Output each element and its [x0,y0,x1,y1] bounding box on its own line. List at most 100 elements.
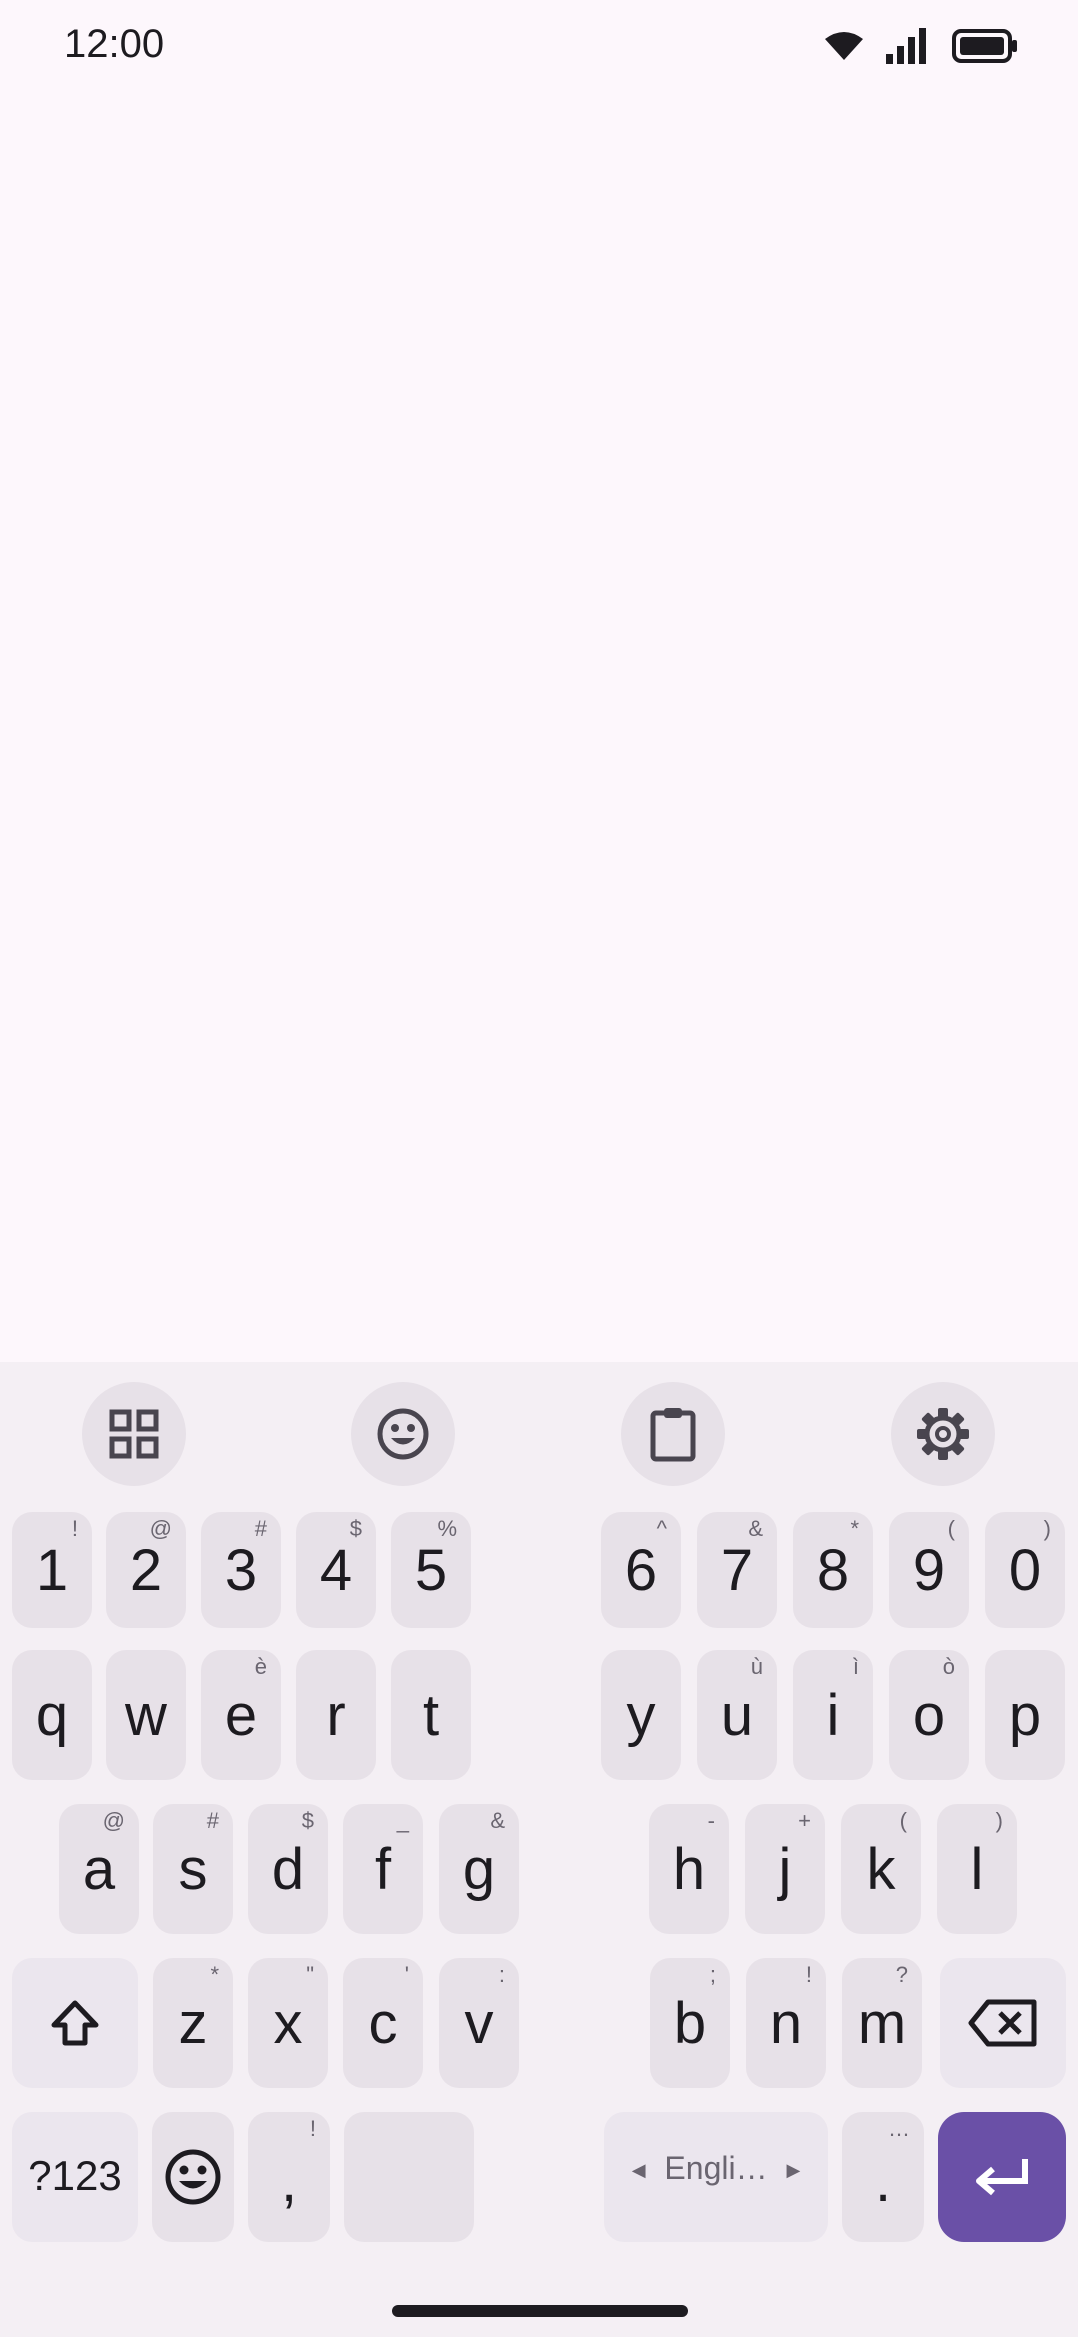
clipboard-button[interactable] [621,1382,725,1486]
key-label: 0 [1008,1538,1042,1603]
key-q[interactable]: q [12,1650,92,1780]
key-l[interactable]: l) [937,1804,1017,1934]
key-d[interactable]: d $ [248,1804,328,1934]
backspace-key[interactable] [940,1958,1066,2088]
key-a[interactable]: a @ [59,1804,139,1934]
symbols-key-label: ?123 [28,2152,122,2199]
key-9[interactable]: 9( [889,1512,969,1628]
symbols-key[interactable]: ?123 [12,2112,138,2242]
shift-key[interactable] [12,1958,138,2088]
key-label: f [374,1837,392,1902]
enter-key[interactable] [938,2112,1066,2242]
key-hint: @ [102,1808,125,1833]
key-label: y [626,1683,656,1748]
key-label: h [672,1837,706,1902]
key-hint: # [206,1808,219,1833]
language-key[interactable]: ◀ Engli… ▶ [604,2112,828,2242]
key-e[interactable]: eè [201,1650,281,1780]
key-g[interactable]: g & [439,1804,519,1934]
key-1[interactable]: 1! [12,1512,92,1628]
key-t[interactable]: t [391,1650,471,1780]
key-z[interactable]: z * [153,1958,233,2088]
key-hint: ù [750,1654,763,1679]
backspace-icon [968,1999,1037,2047]
key-m[interactable]: m? [842,1958,922,2088]
key-hint: " [306,1962,314,1987]
key-b[interactable]: b; [650,1958,730,2088]
period-key-hint: … [888,2116,910,2141]
settings-button[interactable] [891,1382,995,1486]
key-label: v [464,1991,494,2056]
key-label: r [326,1683,346,1748]
key-8[interactable]: 8 * [793,1512,873,1628]
key-label: 1 [35,1538,69,1603]
key-i[interactable]: iì [793,1650,873,1780]
key-c[interactable]: c ' [343,1958,423,2088]
key-k[interactable]: k( [841,1804,921,1934]
period-key[interactable]: . … [842,2112,924,2242]
key-v[interactable]: v: [439,1958,519,2088]
key-hint: _ [396,1808,409,1833]
key-label: n [769,1991,803,2056]
key-hint: : [498,1962,505,1987]
key-hint: $ [349,1516,362,1541]
space-key[interactable] [344,2112,474,2242]
language-next-icon: ▶ [786,2160,801,2181]
period-key-label: . [874,2149,892,2214]
comma-key-hint: ! [309,2116,316,2141]
key-6[interactable]: 6 ^ [601,1512,681,1628]
key-p[interactable]: p [985,1650,1065,1780]
key-f[interactable]: f _ [343,1804,423,1934]
key-s[interactable]: s # [153,1804,233,1934]
key-label: b [673,1991,707,2056]
keyboard: 1! 2 @3 #4 $5% 6 ^ 7 & 8 * 9(0) qweèrtyuùiìoòp a @ s #… [0,1362,1078,2337]
key-3[interactable]: 3 # [201,1512,281,1628]
emoji-icon [377,1408,429,1460]
language-name: Engli… [664,2150,768,2186]
key-label: 6 [624,1538,658,1603]
key-label: u [720,1683,754,1748]
emoji-button[interactable] [351,1382,455,1486]
status-icons [824,28,1018,64]
key-hint: ( [947,1516,955,1541]
key-n[interactable]: n! [746,1958,826,2088]
key-label: c [368,1991,398,2056]
apps-grid-button[interactable] [82,1382,186,1486]
key-hint: & [748,1516,763,1541]
key-7[interactable]: 7 & [697,1512,777,1628]
key-w[interactable]: w [106,1650,186,1780]
key-hint: ì [852,1654,859,1679]
status-bar: 12:00 [0,0,1078,96]
key-x[interactable]: x " [248,1958,328,2088]
key-label: 4 [319,1538,353,1603]
key-0[interactable]: 0) [985,1512,1065,1628]
key-hint: ? [895,1962,908,1987]
key-hint: * [210,1962,219,1987]
key-label: 3 [224,1538,258,1603]
battery-icon [952,29,1017,63]
key-hint: % [437,1516,457,1541]
key-label: a [82,1837,116,1902]
key-5[interactable]: 5% [391,1512,471,1628]
comma-key-label: , [280,2149,298,2214]
key-j[interactable]: j + [745,1804,825,1934]
shift-icon [51,2000,99,2046]
key-o[interactable]: oò [889,1650,969,1780]
key-r[interactable]: r [296,1650,376,1780]
key-hint: & [490,1808,505,1833]
key-2[interactable]: 2 @ [106,1512,186,1628]
key-4[interactable]: 4 $ [296,1512,376,1628]
key-h[interactable]: h- [649,1804,729,1934]
enter-icon [976,2159,1028,2196]
key-u[interactable]: uù [697,1650,777,1780]
key-label: e [224,1683,258,1748]
emoji-key[interactable] [152,2112,234,2242]
key-y[interactable]: y [601,1650,681,1780]
key-label: x [273,1991,303,2056]
comma-key[interactable]: , ! [248,2112,330,2242]
signal-icon [886,28,926,64]
status-time: 12:00 [64,22,165,66]
key-label: d [271,1837,305,1902]
key-hint: - [707,1808,715,1833]
key-label: l [970,1837,984,1902]
